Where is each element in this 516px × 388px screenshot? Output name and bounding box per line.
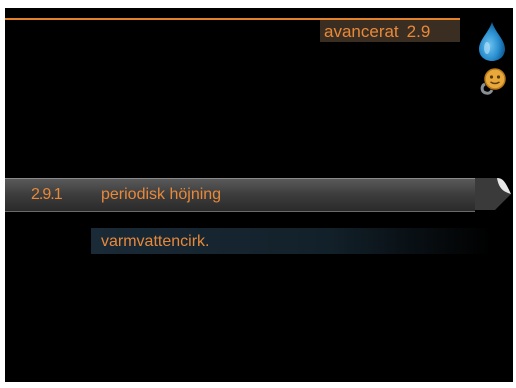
- menu-item-number: 2.9.1: [31, 186, 63, 203]
- water-drop-icon: [479, 22, 505, 61]
- selection-bar: [5, 178, 495, 212]
- menu-item-varmvattencirk[interactable]: varmvattencirk.: [5, 224, 513, 258]
- menu-title: avancerat: [324, 22, 399, 41]
- menu-item-label: varmvattencirk.: [101, 233, 210, 250]
- page-curl-icon: [475, 178, 513, 214]
- header-rule: [5, 18, 320, 20]
- menu-header: avancerat 2.9: [320, 18, 460, 42]
- menu-number: 2.9: [406, 22, 431, 41]
- gear-face-icon: [480, 68, 506, 95]
- menu-item-label: periodisk höjning: [101, 186, 222, 203]
- display-screen: avancerat 2.9 2.9.1 periodisk höjning va…: [5, 8, 513, 382]
- menu-item-2-9-1[interactable]: 2.9.1 periodisk höjning: [5, 174, 513, 214]
